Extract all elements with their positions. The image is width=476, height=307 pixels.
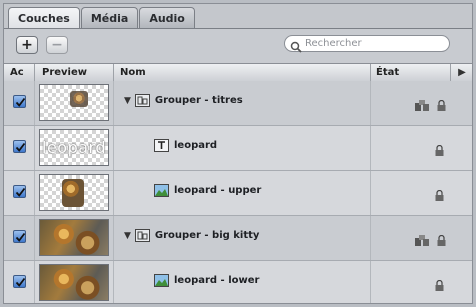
column-header: Ac Preview Nom État ▶ <box>4 63 472 82</box>
layer-name[interactable]: leopard - upper <box>174 185 261 196</box>
active-checkbox[interactable] <box>13 95 26 108</box>
column-name[interactable]: Nom <box>120 64 146 81</box>
column-active[interactable]: Ac <box>10 64 24 81</box>
preview-image <box>70 91 88 107</box>
text-layer-icon <box>154 139 169 152</box>
group-icon <box>134 229 150 242</box>
tab-couches[interactable]: Couches <box>8 7 80 29</box>
column-scroll-right-icon[interactable]: ▶ <box>457 64 467 81</box>
active-checkbox[interactable] <box>13 230 26 243</box>
layer-preview <box>39 219 109 256</box>
layer-row[interactable]: ▼ Grouper - big kitty <box>4 216 472 261</box>
remove-layer-button[interactable]: − <box>46 36 68 54</box>
tab-bar: Couches Média Audio <box>8 7 196 29</box>
group-state-icon[interactable] <box>415 96 431 115</box>
layer-name[interactable]: leopard - lower <box>174 275 259 286</box>
group-icon <box>134 94 150 107</box>
tab-audio[interactable]: Audio <box>139 7 195 28</box>
column-state[interactable]: État <box>376 64 399 81</box>
search-input[interactable] <box>305 38 435 49</box>
layer-name[interactable]: Grouper - titres <box>155 95 243 106</box>
lock-icon[interactable] <box>435 141 444 160</box>
layers-panel: Couches Média Audio + − Ac Preview Nom É… <box>3 3 473 304</box>
preview-image <box>62 179 84 207</box>
column-divider <box>450 64 451 81</box>
lock-icon[interactable] <box>437 96 446 115</box>
image-layer-icon <box>154 184 169 197</box>
layer-name[interactable]: Grouper - big kitty <box>155 230 260 241</box>
column-divider <box>370 64 371 81</box>
layer-row[interactable]: leopard - upper <box>4 171 472 216</box>
active-checkbox[interactable] <box>13 275 26 288</box>
disclosure-triangle-icon[interactable]: ▼ <box>124 231 131 241</box>
layer-row[interactable]: leopard - lower <box>4 261 472 303</box>
toolbar: + − <box>4 29 472 63</box>
layer-row[interactable]: ▼ Grouper - titres <box>4 81 472 126</box>
disclosure-triangle-icon[interactable]: ▼ <box>124 96 131 106</box>
lock-icon[interactable] <box>437 231 446 250</box>
column-divider <box>34 64 35 81</box>
tab-media[interactable]: Média <box>80 7 139 28</box>
layer-row[interactable]: leopard leopard <box>4 126 472 171</box>
column-preview[interactable]: Preview <box>42 64 87 81</box>
add-layer-button[interactable]: + <box>16 36 38 54</box>
preview-image <box>40 220 108 255</box>
search-icon <box>290 38 302 53</box>
active-checkbox[interactable] <box>13 140 26 153</box>
image-layer-icon <box>154 274 169 287</box>
preview-image <box>40 265 108 300</box>
preview-text: leopard <box>42 138 106 157</box>
layer-preview <box>39 174 109 211</box>
lock-icon[interactable] <box>435 276 444 295</box>
active-checkbox[interactable] <box>13 185 26 198</box>
search-field[interactable] <box>284 35 450 53</box>
lock-icon[interactable] <box>435 186 444 205</box>
layer-preview <box>39 264 109 301</box>
layer-name[interactable]: leopard <box>174 140 217 151</box>
layer-preview <box>39 84 109 121</box>
layer-preview: leopard <box>39 129 109 166</box>
group-state-icon[interactable] <box>415 231 431 250</box>
layer-list: ▼ Grouper - titres leopard leopard leopa… <box>4 81 472 303</box>
column-divider <box>113 64 114 81</box>
